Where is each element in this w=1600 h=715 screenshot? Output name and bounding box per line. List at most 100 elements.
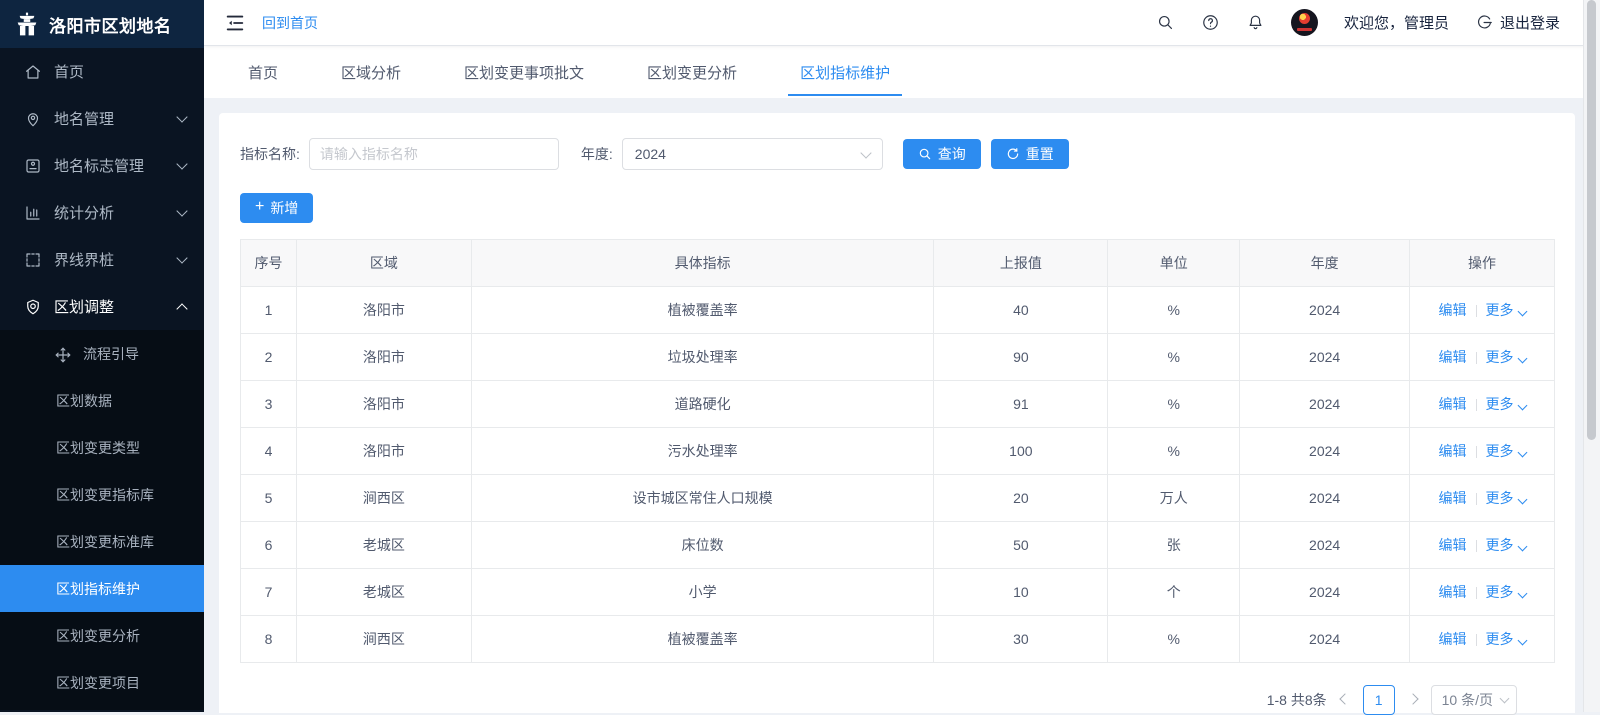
cell-actions: 编辑 更多 xyxy=(1410,428,1555,475)
cell-actions: 编辑 更多 xyxy=(1410,569,1555,616)
user-avatar[interactable] xyxy=(1291,9,1318,36)
scrollbar-thumb[interactable] xyxy=(1587,0,1596,440)
cell-index: 2 xyxy=(241,334,297,381)
edit-link[interactable]: 编辑 xyxy=(1439,396,1467,412)
filter-row: 指标名称: 年度: 2024 查询 重置 xyxy=(240,138,1555,170)
cell-value: 10 xyxy=(934,569,1108,616)
sidebar-item-sign-management[interactable]: 地名标志管理 xyxy=(0,142,204,189)
more-link[interactable]: 更多 xyxy=(1486,396,1526,412)
tab-change-analysis[interactable]: 区划变更分析 xyxy=(635,46,749,98)
cell-unit: % xyxy=(1108,287,1240,334)
search-icon[interactable] xyxy=(1156,13,1175,32)
chevron-down-icon xyxy=(1517,495,1527,505)
cell-region: 洛阳市 xyxy=(296,381,471,428)
data-table: 序号 区域 具体指标 上报值 单位 年度 操作 1 洛阳市 植被覆盖率 40 xyxy=(240,239,1555,663)
sidebar-item-process-guide[interactable]: 流程引导 xyxy=(0,330,204,377)
app-title: 洛阳市区划地名 xyxy=(49,12,172,37)
cell-index: 7 xyxy=(241,569,297,616)
add-button[interactable]: + 新增 xyxy=(240,193,313,223)
search-button[interactable]: 查询 xyxy=(903,139,981,169)
sidebar-item-district-adjust[interactable]: 区划调整 xyxy=(0,283,204,330)
edit-link[interactable]: 编辑 xyxy=(1439,349,1467,365)
cell-actions: 编辑 更多 xyxy=(1410,334,1555,381)
cell-indicator: 植被覆盖率 xyxy=(471,616,934,663)
sidebar-item-indicator-library[interactable]: 区划变更指标库 xyxy=(0,471,204,518)
table-row: 8 涧西区 植被覆盖率 30 % 2024 编辑更多 xyxy=(241,616,1555,663)
sidebar-item-change-project[interactable]: 区划变更项目 xyxy=(0,659,204,706)
edit-link[interactable]: 编辑 xyxy=(1439,631,1467,647)
cell-indicator: 植被覆盖率 xyxy=(471,287,934,334)
indicator-name-label: 指标名称: xyxy=(240,144,300,164)
sidebar-item-standard-library[interactable]: 区划变更标准库 xyxy=(0,518,204,565)
divider xyxy=(1476,587,1477,599)
app-logo: 洛阳市区划地名 xyxy=(0,0,204,48)
more-link[interactable]: 更多 xyxy=(1486,631,1526,647)
more-link[interactable]: 更多 xyxy=(1486,584,1526,600)
more-link[interactable]: 更多 xyxy=(1486,302,1526,318)
help-icon[interactable] xyxy=(1201,13,1220,32)
indicator-name-input[interactable] xyxy=(309,138,559,170)
cell-actions: 编辑 更多 xyxy=(1410,522,1555,569)
cell-region: 洛阳市 xyxy=(296,334,471,381)
sidebar-item-home[interactable]: 首页 xyxy=(0,48,204,95)
divider xyxy=(1476,540,1477,552)
table-row: 7 老城区 小学 10 个 2024 编辑更多 xyxy=(241,569,1555,616)
edit-link[interactable]: 编辑 xyxy=(1439,537,1467,553)
more-link[interactable]: 更多 xyxy=(1486,443,1526,459)
sidebar-item-placename[interactable]: 地名管理 xyxy=(0,95,204,142)
tab-region-analysis[interactable]: 区域分析 xyxy=(329,46,413,98)
sidebar-item-district-data[interactable]: 区划数据 xyxy=(0,377,204,424)
cell-indicator: 道路硬化 xyxy=(471,381,934,428)
divider xyxy=(1476,352,1477,364)
divider xyxy=(1476,634,1477,646)
col-indicator: 具体指标 xyxy=(471,240,934,287)
cell-year: 2024 xyxy=(1240,475,1410,522)
tab-home[interactable]: 首页 xyxy=(236,46,290,98)
sidebar: 洛阳市区划地名 首页 地名管理 地名标志管理 统计分析 界线界桩 xyxy=(0,0,204,712)
cell-region: 老城区 xyxy=(296,522,471,569)
collapse-sidebar-icon[interactable] xyxy=(224,12,246,34)
chevron-down-icon xyxy=(1517,448,1527,458)
edit-link[interactable]: 编辑 xyxy=(1439,302,1467,318)
divider xyxy=(1476,446,1477,458)
cell-year: 2024 xyxy=(1240,569,1410,616)
sidebar-item-boundary[interactable]: 界线界桩 xyxy=(0,236,204,283)
chevron-down-icon xyxy=(1517,636,1527,646)
content-card: 指标名称: 年度: 2024 查询 重置 + 新增 xyxy=(219,113,1575,713)
reset-button[interactable]: 重置 xyxy=(991,139,1069,169)
topbar-right: 欢迎您，管理员 退出登录 xyxy=(1156,9,1560,36)
table-header-row: 序号 区域 具体指标 上报值 单位 年度 操作 xyxy=(241,240,1555,287)
boundary-icon xyxy=(24,251,42,269)
col-unit: 单位 xyxy=(1108,240,1240,287)
cell-year: 2024 xyxy=(1240,428,1410,475)
cell-actions: 编辑 更多 xyxy=(1410,287,1555,334)
year-select[interactable]: 2024 xyxy=(622,138,883,170)
sign-icon xyxy=(24,157,42,175)
bell-icon[interactable] xyxy=(1246,13,1265,32)
plus-icon: + xyxy=(255,199,264,215)
edit-link[interactable]: 编辑 xyxy=(1439,443,1467,459)
logout-button[interactable]: 退出登录 xyxy=(1475,12,1560,33)
sidebar-item-change-analysis[interactable]: 区划变更分析 xyxy=(0,612,204,659)
page-number-button[interactable]: 1 xyxy=(1363,685,1395,715)
edit-link[interactable]: 编辑 xyxy=(1439,584,1467,600)
cell-index: 6 xyxy=(241,522,297,569)
next-page-button[interactable] xyxy=(1405,698,1421,703)
vertical-scrollbar[interactable] xyxy=(1583,0,1600,712)
table-row: 5 涧西区 设市城区常住人口规模 20 万人 2024 编辑更多 xyxy=(241,475,1555,522)
sidebar-item-change-type[interactable]: 区划变更类型 xyxy=(0,424,204,471)
edit-link[interactable]: 编辑 xyxy=(1439,490,1467,506)
cell-unit: % xyxy=(1108,334,1240,381)
back-home-link[interactable]: 回到首页 xyxy=(262,13,318,33)
tab-bar: 首页 区域分析 区划变更事项批文 区划变更分析 区划指标维护 xyxy=(204,46,1584,98)
more-link[interactable]: 更多 xyxy=(1486,490,1526,506)
page-size-select[interactable]: 10 条/页 xyxy=(1431,685,1517,715)
tab-change-approval[interactable]: 区划变更事项批文 xyxy=(452,46,596,98)
sidebar-item-statistics[interactable]: 统计分析 xyxy=(0,189,204,236)
more-link[interactable]: 更多 xyxy=(1486,537,1526,553)
prev-page-button[interactable] xyxy=(1337,698,1353,703)
year-label: 年度: xyxy=(581,144,613,164)
sidebar-item-indicator-maintenance[interactable]: 区划指标维护 xyxy=(0,565,204,612)
more-link[interactable]: 更多 xyxy=(1486,349,1526,365)
tab-indicator-maintenance[interactable]: 区划指标维护 xyxy=(788,46,902,98)
